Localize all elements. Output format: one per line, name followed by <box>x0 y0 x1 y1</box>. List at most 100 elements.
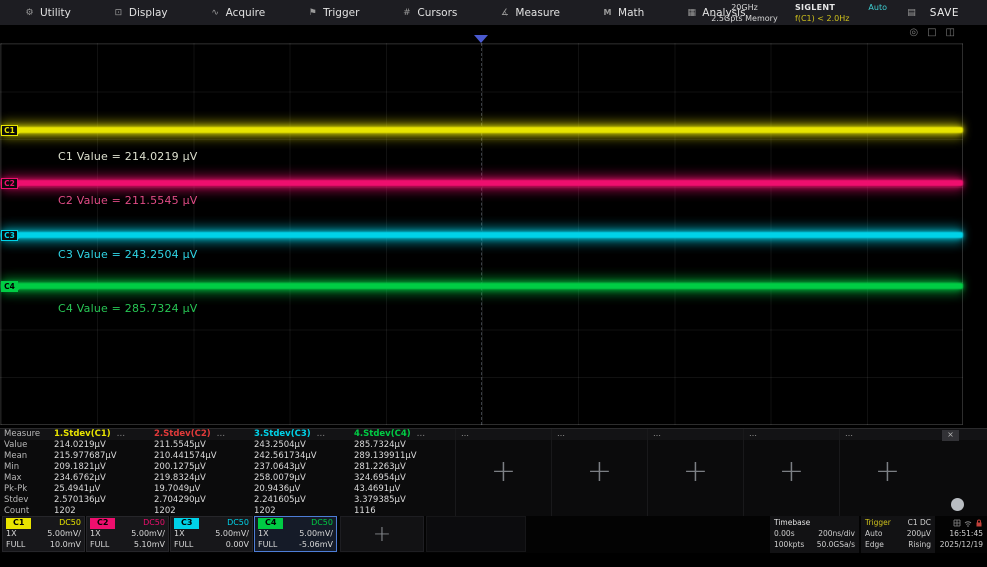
add-measurement-button[interactable]: + <box>491 454 516 489</box>
trigger-position-marker[interactable] <box>474 35 488 43</box>
c1-scale: 5.00mV/ <box>47 529 81 540</box>
timebase-title: Timebase <box>774 517 810 528</box>
timebase-sample-rate: 50.0GSa/s <box>817 539 855 550</box>
c3-trace <box>1 226 963 244</box>
fullscreen-icon[interactable]: □ <box>927 27 936 38</box>
menu-measure[interactable]: Measure <box>499 7 560 19</box>
channel-descriptor-boxes: C1DC50 1X5.00mV/ FULL10.0mV C2DC50 1X5.0… <box>2 516 526 552</box>
c1-offset: 10.0mV <box>50 540 81 551</box>
menu-cursors[interactable]: Cursors <box>401 7 457 19</box>
measure-cell: 3.379385μV <box>354 495 454 506</box>
measure-row-label: Mean <box>0 451 54 462</box>
menu-bar: Utility Display Acquire Trigger Cursors … <box>0 7 746 19</box>
measure-cell: 289.139911μV <box>354 451 454 462</box>
date-readout: 2025/12/19 <box>939 539 983 550</box>
record-icon[interactable]: ◎ <box>909 27 918 38</box>
measure-cell: 243.2504μV <box>254 440 354 451</box>
measurement-4-more-button[interactable]: … <box>417 429 426 439</box>
add-measurement-button[interactable]: + <box>779 454 804 489</box>
slot-more-button[interactable]: … <box>749 429 758 438</box>
close-measure-panel-button[interactable]: × <box>942 430 959 441</box>
snapshot-icon[interactable]: ◫ <box>946 27 955 38</box>
touch-icon <box>953 519 961 527</box>
c2-tab: C2 <box>90 518 115 529</box>
display-tool-icons: ◎ □ ◫ <box>909 27 955 38</box>
menu-display[interactable]: Display <box>113 7 168 19</box>
save-button[interactable]: ▤ SAVE <box>907 0 959 26</box>
c3-offset-marker[interactable]: C3 <box>1 230 18 241</box>
bandwidth-value: 20GHz <box>697 2 792 13</box>
c2-offset: 5.10mV <box>134 540 165 551</box>
c2-offset-marker[interactable]: C2 <box>1 178 18 189</box>
save-icon: ▤ <box>907 8 916 18</box>
bottom-bar: C1DC50 1X5.00mV/ FULL10.0mV C2DC50 1X5.0… <box>0 516 987 553</box>
timebase-panel[interactable]: Timebase 0.00s200ns/div 100kpts50.0GSa/s <box>770 516 859 553</box>
measure-cell: 209.1821μV <box>54 462 154 473</box>
measure-row-label: Stdev <box>0 495 54 506</box>
measurement-1-more-button[interactable]: … <box>117 429 126 439</box>
gear-icon <box>24 8 35 18</box>
menu-math[interactable]: Math <box>602 7 644 19</box>
add-measurement-button[interactable]: + <box>875 454 900 489</box>
c1-bandwidth: FULL <box>6 540 25 551</box>
add-channel-button[interactable]: + <box>340 516 424 552</box>
measure-cell: 215.977687μV <box>54 451 154 462</box>
c2-scale: 5.00mV/ <box>131 529 165 540</box>
slot-more-button[interactable]: … <box>845 429 854 438</box>
c3-probe: 1X <box>174 529 185 540</box>
add-measurement-button[interactable]: + <box>683 454 708 489</box>
menu-trigger[interactable]: Trigger <box>307 7 359 19</box>
slot-more-button[interactable]: … <box>653 429 662 438</box>
menu-label: Display <box>129 7 168 19</box>
c3-tab: C3 <box>174 518 199 529</box>
c4-offset-marker[interactable]: C4 <box>1 281 18 292</box>
trigger-type: Edge <box>865 539 884 550</box>
measurement-4-header[interactable]: 4.Stdev(C4) <box>354 429 411 439</box>
c3-coupling: DC50 <box>227 518 249 529</box>
menu-acquire[interactable]: Acquire <box>210 7 266 19</box>
measurement-slot-8: … + <box>743 429 839 517</box>
math-icon <box>602 8 613 18</box>
c3-descriptor-box[interactable]: C3DC50 1X5.00mV/ FULL0.00V <box>170 516 253 552</box>
measure-cell: 210.441574μV <box>154 451 254 462</box>
measure-cell: 2.704290μV <box>154 495 254 506</box>
c4-trace <box>1 277 963 295</box>
menu-label: Acquire <box>226 7 266 19</box>
c3-value-annotation: C3 Value = 243.2504 μV <box>58 248 198 261</box>
measure-cell: 2.241605μV <box>254 495 354 506</box>
measure-cell: 281.2263μV <box>354 462 454 473</box>
measure-icon <box>499 8 510 18</box>
measurement-1-header[interactable]: 1.Stdev(C1) <box>54 429 111 439</box>
measure-cell: 324.6954μV <box>354 473 454 484</box>
measure-row-label: Max <box>0 473 54 484</box>
measurement-2-header[interactable]: 2.Stdev(C2) <box>154 429 211 439</box>
measure-cell: 219.8324μV <box>154 473 254 484</box>
measurement-3-header[interactable]: 3.Stdev(C3) <box>254 429 311 439</box>
c1-descriptor-box[interactable]: C1DC50 1X5.00mV/ FULL10.0mV <box>2 516 85 552</box>
empty-descriptor-slot <box>426 516 526 552</box>
wifi-icon <box>964 519 972 527</box>
c4-descriptor-box[interactable]: C4DC50 1X5.00mV/ FULL-5.06mV <box>254 516 337 552</box>
display-icon <box>113 8 124 18</box>
c2-descriptor-box[interactable]: C2DC50 1X5.00mV/ FULL5.10mV <box>86 516 169 552</box>
panel-drag-handle[interactable] <box>951 498 964 511</box>
measure-cell: 211.5545μV <box>154 440 254 451</box>
trigger-title: Trigger <box>865 517 891 528</box>
add-measurement-button[interactable]: + <box>587 454 612 489</box>
slot-more-button[interactable]: … <box>557 429 566 438</box>
measurement-2-more-button[interactable]: … <box>217 429 226 439</box>
flag-icon <box>307 8 318 18</box>
trigger-panel[interactable]: TriggerC1 DC Auto200μV EdgeRising <box>861 516 935 553</box>
c4-tab: C4 <box>258 518 283 529</box>
c1-offset-marker[interactable]: C1 <box>1 125 18 136</box>
analysis-icon <box>686 8 697 18</box>
system-status-icons <box>939 517 983 528</box>
timebase-delay: 0.00s <box>774 528 795 539</box>
menu-label: Cursors <box>417 7 457 19</box>
trigger-mode: Auto <box>865 528 882 539</box>
measurement-3-more-button[interactable]: … <box>317 429 326 439</box>
menu-utility[interactable]: Utility <box>24 7 71 19</box>
trigger-source: C1 DC <box>908 517 931 528</box>
slot-more-button[interactable]: … <box>461 429 470 438</box>
measurement-slot-9: … + <box>839 429 935 517</box>
